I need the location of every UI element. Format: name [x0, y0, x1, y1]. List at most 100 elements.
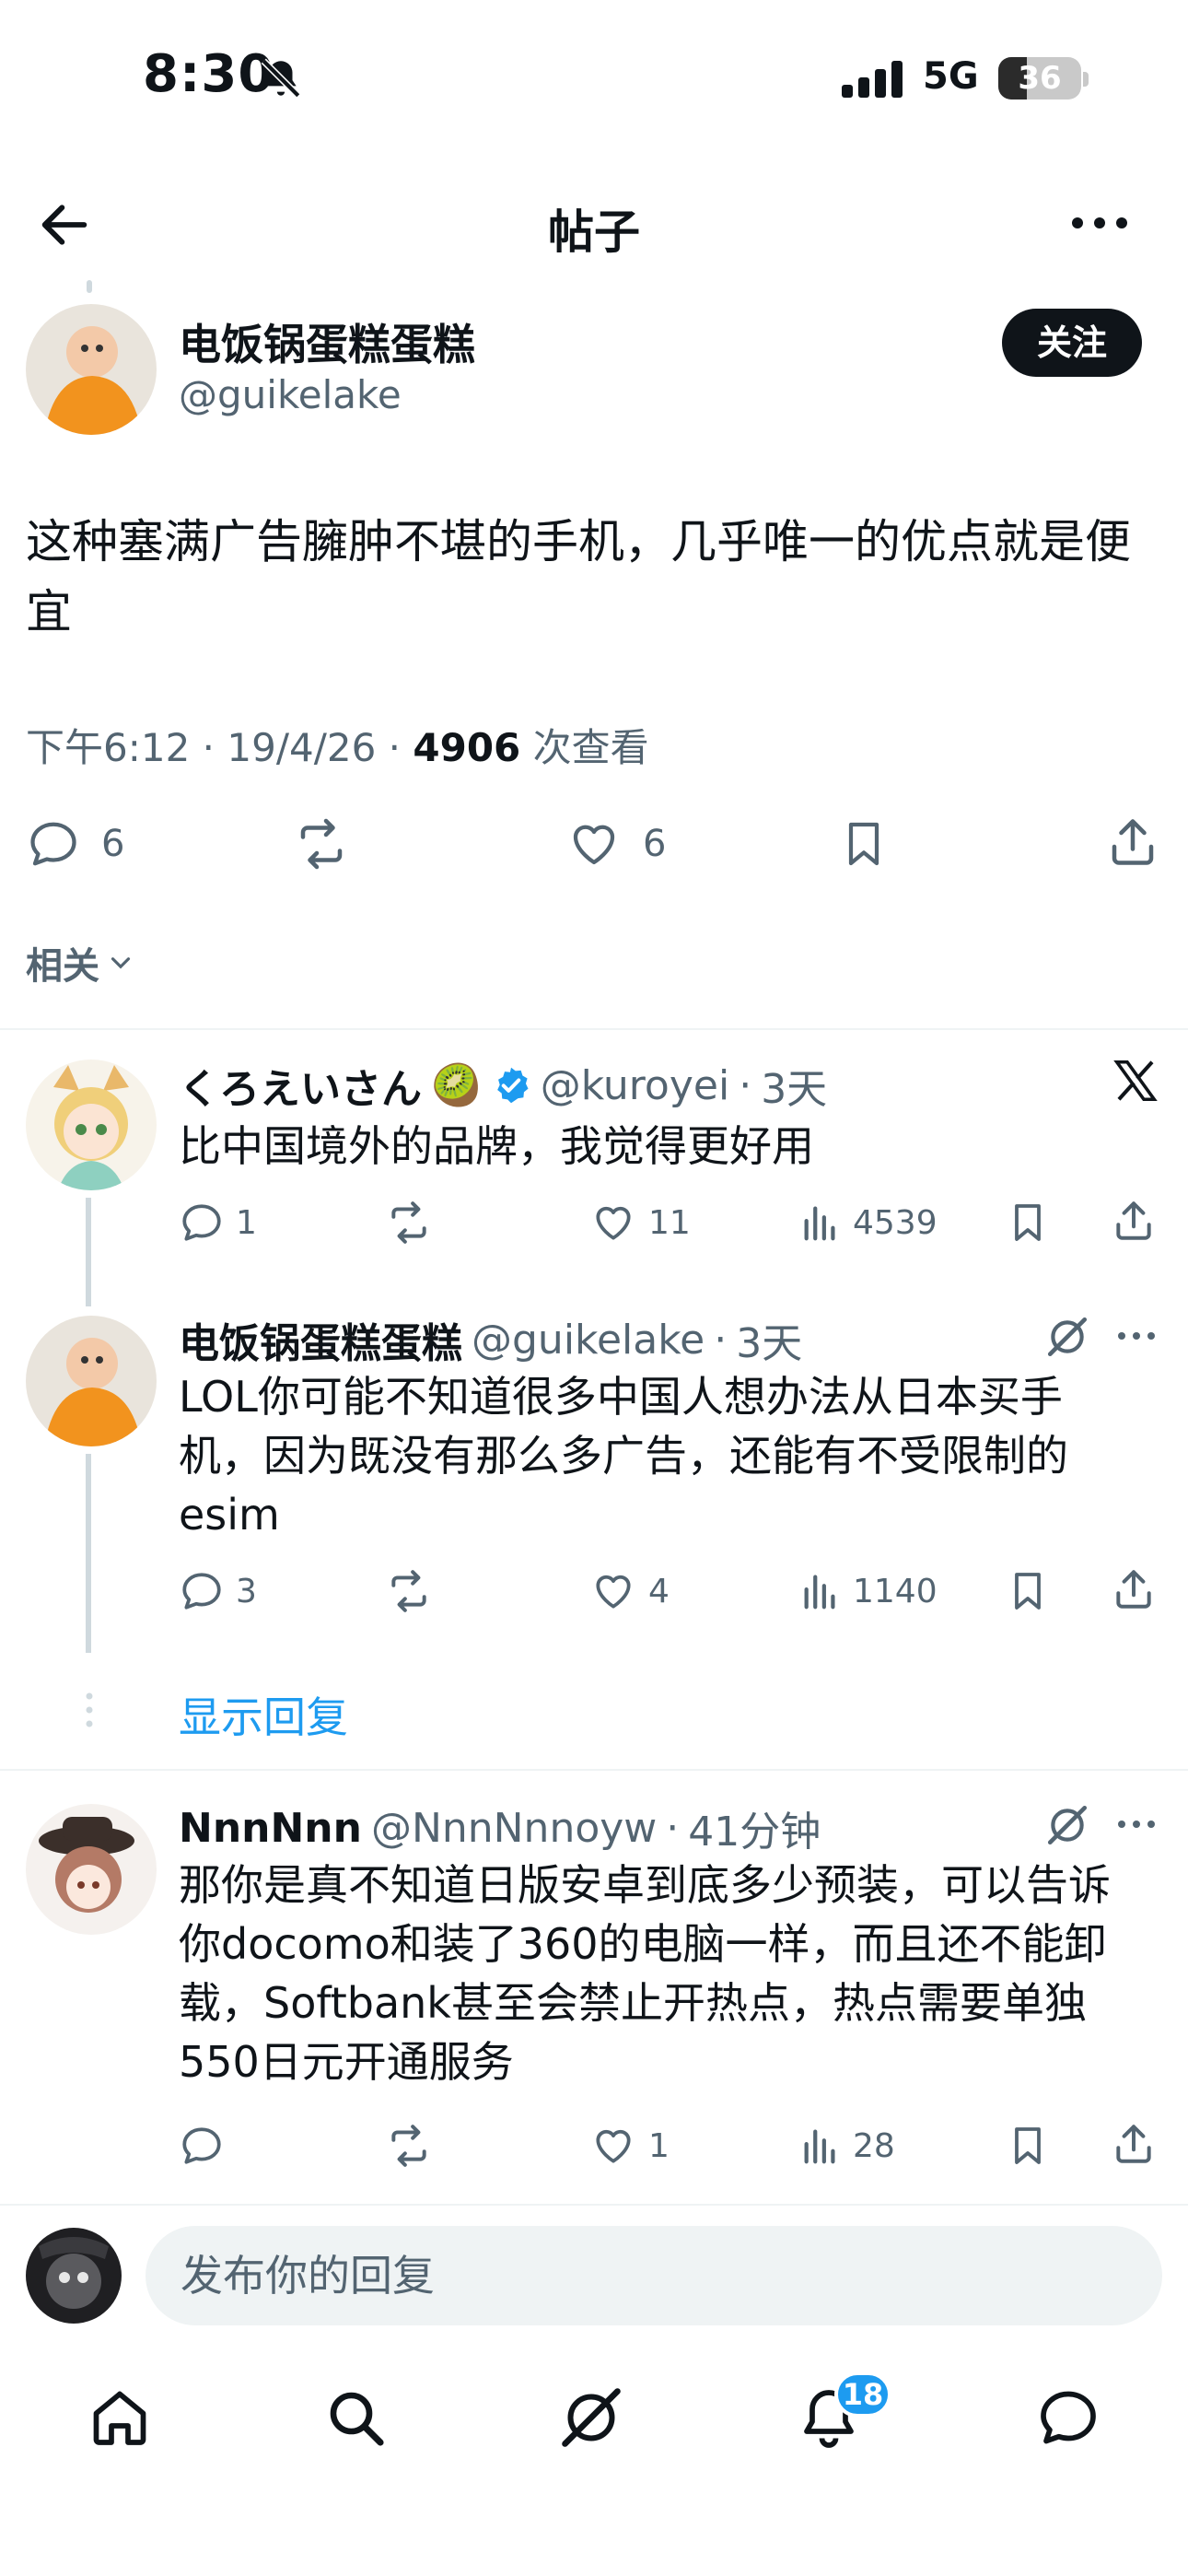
- reply-count: 6: [101, 823, 125, 865]
- post-time: 下午6:12: [26, 725, 191, 770]
- divider: [0, 1028, 1188, 1030]
- my-avatar[interactable]: [26, 2228, 122, 2324]
- reply-author-name[interactable]: 电饭锅蛋糕蛋糕: [179, 1310, 462, 1369]
- more-options-icon[interactable]: [1116, 1817, 1157, 1832]
- author-name[interactable]: 电饭锅蛋糕蛋糕: [179, 311, 475, 372]
- author-handle[interactable]: @guikelake: [179, 372, 402, 417]
- reply-author-name[interactable]: くろえいさん: [179, 1056, 422, 1115]
- repost-button[interactable]: [291, 816, 352, 872]
- avatar[interactable]: [26, 1060, 157, 1190]
- bookmark-icon: [1015, 1573, 1041, 1610]
- reply-button[interactable]: 1: [179, 1200, 257, 1246]
- thread-connector: [87, 280, 92, 293]
- repost-button[interactable]: [383, 1568, 435, 1614]
- reply-button[interactable]: 6: [26, 816, 124, 872]
- home-icon[interactable]: [87, 2384, 153, 2451]
- verified-badge-icon: [496, 1067, 529, 1104]
- bookmark-button[interactable]: [1006, 2123, 1050, 2169]
- repost-button[interactable]: [383, 1200, 435, 1246]
- chevron-down-icon: [111, 957, 131, 969]
- share-icon: [1116, 2125, 1151, 2163]
- like-button[interactable]: 11: [589, 1200, 691, 1246]
- reply-icon: [182, 1204, 221, 1241]
- grok-icon[interactable]: [1044, 1802, 1090, 1848]
- like-count: 1: [648, 2126, 670, 2165]
- battery-icon: 36: [998, 57, 1081, 100]
- heart-icon: [596, 2129, 631, 2163]
- avatar[interactable]: [26, 304, 157, 435]
- view-count: 1140: [853, 1572, 938, 1610]
- repost-button[interactable]: [383, 2123, 435, 2169]
- bookmark-button[interactable]: [1006, 1568, 1050, 1614]
- avatar[interactable]: [26, 1316, 157, 1446]
- reply-button[interactable]: [179, 2123, 225, 2169]
- notification-badge: 18: [834, 2371, 891, 2418]
- views-button[interactable]: 4539: [799, 1200, 938, 1246]
- heart-icon: [596, 1575, 631, 1609]
- reply-age: 41分钟: [688, 1809, 821, 1856]
- divider: [0, 1769, 1188, 1771]
- like-count: 4: [648, 1572, 670, 1610]
- battery-level: 36: [1018, 60, 1062, 97]
- like-button[interactable]: 4: [589, 1568, 670, 1614]
- silent-bell-icon: [261, 58, 301, 99]
- post-date: 19/4/26: [227, 725, 377, 770]
- share-button[interactable]: [1111, 1566, 1157, 1612]
- bookmark-button[interactable]: [1006, 1200, 1050, 1246]
- reply-input[interactable]: 发布你的回复: [146, 2226, 1162, 2325]
- bookmark-icon: [1015, 2127, 1041, 2164]
- post-meta: 下午6:12 · 19/4/26 · 4906 次查看: [26, 725, 649, 770]
- follow-button[interactable]: 关注: [1002, 309, 1142, 377]
- network-type: 5G: [923, 55, 979, 98]
- like-count: 11: [648, 1203, 691, 1242]
- thread-line: [86, 1198, 91, 1306]
- views-button[interactable]: 1140: [799, 1568, 938, 1614]
- reply-author-name[interactable]: NnnNnn: [179, 1805, 362, 1852]
- share-button[interactable]: [1111, 2121, 1157, 2167]
- cellular-signal-icon: [842, 61, 903, 98]
- show-replies-link[interactable]: 显示回复: [179, 1684, 348, 1745]
- reply-text: LOL你可能不知道很多中国人想办法从日本买手机，因为既没有那么多广告，还能有不受…: [179, 1372, 1068, 1540]
- share-icon: [1116, 1201, 1151, 1240]
- search-icon[interactable]: [322, 2384, 389, 2451]
- bookmark-button[interactable]: [838, 816, 890, 872]
- repost-icon: [391, 1570, 426, 1612]
- share-button[interactable]: [1105, 814, 1160, 870]
- reply-author-handle[interactable]: @guikelake: [472, 1317, 705, 1364]
- views-label: 次查看: [532, 725, 649, 770]
- reply-author-handle[interactable]: @NnnNnnoyw: [371, 1805, 657, 1852]
- reply-icon: [182, 2127, 221, 2164]
- kiwi-emoji: 🥝: [431, 1062, 482, 1109]
- view-count: 28: [853, 2126, 895, 2165]
- grok-icon[interactable]: [558, 2384, 624, 2451]
- repost-icon: [300, 818, 343, 870]
- more-options-icon[interactable]: [1116, 1329, 1157, 1343]
- x-logo-icon[interactable]: [1111, 1056, 1160, 1106]
- views-button[interactable]: 28: [799, 2123, 895, 2169]
- more-options-icon[interactable]: [1070, 212, 1129, 234]
- view-count: 4539: [853, 1203, 938, 1242]
- battery-cap: [1083, 72, 1089, 87]
- reply-text: 那你是真不知道日版安卓到底多少预装，可以告诉你docomo和装了360的电脑一样…: [179, 1860, 1111, 2087]
- like-button[interactable]: 6: [565, 816, 666, 872]
- like-button[interactable]: 1: [589, 2123, 670, 2169]
- related-dropdown[interactable]: 相关: [26, 936, 136, 989]
- reply-author-handle[interactable]: @kuroyei: [541, 1062, 729, 1109]
- reply-header: くろえいさん 🥝 @kuroyei · 3天: [179, 1056, 827, 1115]
- repost-icon: [391, 1201, 426, 1244]
- repost-icon: [391, 2125, 426, 2167]
- related-label: 相关: [26, 945, 99, 988]
- reply-header: NnnNnn @NnnNnnoyw · 41分钟: [179, 1798, 821, 1857]
- share-icon: [1116, 1570, 1151, 1609]
- thread-line: [86, 1454, 91, 1653]
- messages-icon[interactable]: [1035, 2384, 1101, 2451]
- reply-age: 3天: [761, 1066, 828, 1113]
- reply-icon: [30, 822, 76, 866]
- share-button[interactable]: [1111, 1198, 1157, 1244]
- reply-header: 电饭锅蛋糕蛋糕 @guikelake · 3天: [179, 1310, 802, 1369]
- avatar[interactable]: [26, 1804, 157, 1935]
- grok-icon[interactable]: [1044, 1314, 1090, 1360]
- reply-button[interactable]: 3: [179, 1568, 257, 1614]
- bookmark-icon: [1015, 1204, 1041, 1241]
- analytics-icon: [804, 1206, 835, 1241]
